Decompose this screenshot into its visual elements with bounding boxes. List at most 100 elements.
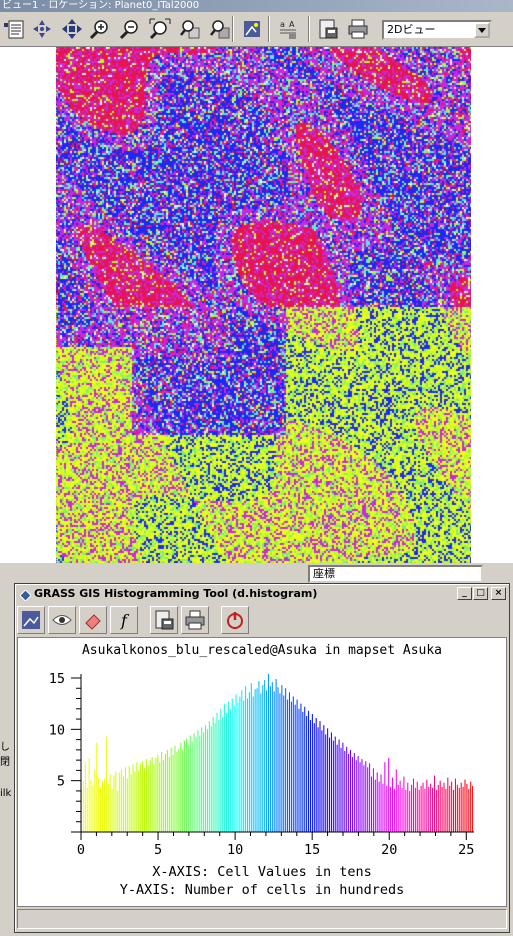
histogram-bar	[432, 787, 434, 832]
zoom-region-icon[interactable]	[206, 15, 234, 43]
map-display[interactable]	[0, 47, 513, 568]
pointer-icon[interactable]	[28, 15, 56, 43]
histogram-bar	[325, 734, 327, 832]
histogram-bar	[437, 784, 439, 832]
histogram-bar	[365, 761, 367, 832]
zoom-out-icon[interactable]	[116, 15, 144, 43]
close-button[interactable]: ×	[491, 587, 506, 600]
histogram-bar	[122, 776, 125, 832]
histogram-bar	[451, 781, 453, 832]
histogram-bar	[222, 717, 224, 832]
histogram-bar	[412, 778, 414, 832]
histogram-bar	[285, 688, 287, 832]
histogram-bar	[342, 742, 344, 832]
histogram-bar	[147, 765, 149, 832]
histogram-bar	[428, 786, 430, 832]
power-icon[interactable]	[221, 606, 249, 634]
layer-info-icon[interactable]: aA	[274, 15, 302, 43]
histogram-bar	[327, 728, 329, 832]
zoom-extent-icon[interactable]	[146, 15, 174, 43]
y-tick-label: 5	[57, 774, 65, 790]
histogram-bar	[269, 686, 271, 832]
histogram-bar	[399, 780, 401, 832]
histogram-bar	[321, 730, 323, 832]
y-axis-label: Y-AXIS: Number of cells in hundreds	[120, 882, 404, 898]
histogram-bar	[134, 771, 136, 832]
histogram-bar	[101, 781, 104, 832]
histogram-bar	[426, 779, 428, 832]
histogram-bar	[206, 729, 208, 832]
function-icon[interactable]: f	[110, 606, 138, 634]
histogram-bar	[182, 749, 184, 832]
histogram-bar	[384, 762, 386, 832]
histogram-bar	[313, 723, 315, 832]
histogram-bar	[344, 750, 346, 832]
histogram-bar	[159, 762, 161, 832]
display-icon[interactable]	[17, 606, 45, 634]
histogram-bar	[403, 776, 405, 832]
histogram-bar	[138, 770, 140, 832]
display-icon[interactable]	[0, 15, 28, 43]
histogram-bar	[445, 788, 447, 832]
histogram-bar	[84, 762, 86, 832]
histogram-bar	[441, 786, 443, 832]
histogram-bar	[260, 693, 262, 832]
histogram-bar	[414, 787, 416, 832]
histogram-bar	[121, 769, 123, 832]
histogram-bar	[401, 787, 403, 832]
histogram-bar	[411, 784, 413, 832]
zoom-in-icon[interactable]	[86, 15, 114, 43]
query-icon[interactable]	[238, 15, 266, 43]
histogram-bar	[355, 760, 357, 832]
zoom-back-icon[interactable]	[176, 15, 204, 43]
histogram-bar	[161, 751, 163, 832]
maximize-button[interactable]: □	[473, 587, 488, 600]
print-icon[interactable]	[344, 15, 372, 43]
histogram-bar	[86, 787, 88, 832]
view-mode-select[interactable]: 2Dビュー	[382, 20, 492, 40]
main-status-strip: 座標	[0, 563, 513, 583]
maximize-icon: □	[476, 588, 485, 598]
histogram-bar	[229, 708, 231, 832]
histogram-bar	[359, 762, 361, 832]
x-tick-label: 5	[154, 842, 162, 858]
pan-icon[interactable]	[58, 15, 86, 43]
coordinate-field[interactable]: 座標	[308, 565, 483, 583]
histogram-bar	[220, 708, 222, 832]
histogram-bar	[235, 694, 237, 832]
histogram-bar	[311, 713, 313, 832]
histogram-bar	[277, 687, 279, 832]
histogram-bar	[245, 686, 247, 832]
histogram-bar	[113, 775, 115, 832]
histogram-bar	[168, 757, 170, 832]
histogram-bar	[386, 785, 388, 832]
histogram-bar	[296, 699, 298, 832]
save-display-icon[interactable]	[150, 606, 178, 634]
histogram-bar	[142, 761, 144, 832]
histogram-bar	[435, 789, 437, 832]
histogram-bar	[332, 740, 334, 832]
histogram-bar	[248, 692, 250, 832]
minimize-icon: _	[462, 588, 467, 598]
histogram-bar	[203, 732, 205, 832]
histogram-bar	[170, 747, 172, 832]
histogram-bar	[292, 696, 294, 832]
eye-icon[interactable]	[48, 606, 76, 634]
toolbar-separator	[308, 16, 310, 42]
histogram-toolbar: f	[17, 605, 507, 635]
histogram-bar	[163, 760, 165, 832]
histogram-bar	[128, 766, 130, 832]
histogram-bar	[453, 789, 455, 832]
chevron-down-icon[interactable]	[474, 22, 490, 38]
histogram-bar	[184, 740, 186, 832]
histogram-bar	[126, 778, 128, 832]
eraser-icon[interactable]	[79, 606, 107, 634]
minimize-button[interactable]: _	[457, 587, 472, 600]
print-icon[interactable]	[181, 606, 209, 634]
histogram-bar	[267, 673, 270, 832]
histogram-bar	[145, 759, 147, 832]
save-display-icon[interactable]	[314, 15, 342, 43]
histogram-bar	[376, 772, 378, 832]
histogram-titlebar[interactable]: GRASS GIS Histogramming Tool (d.histogra…	[17, 585, 507, 603]
raster-map-image[interactable]	[56, 47, 471, 564]
